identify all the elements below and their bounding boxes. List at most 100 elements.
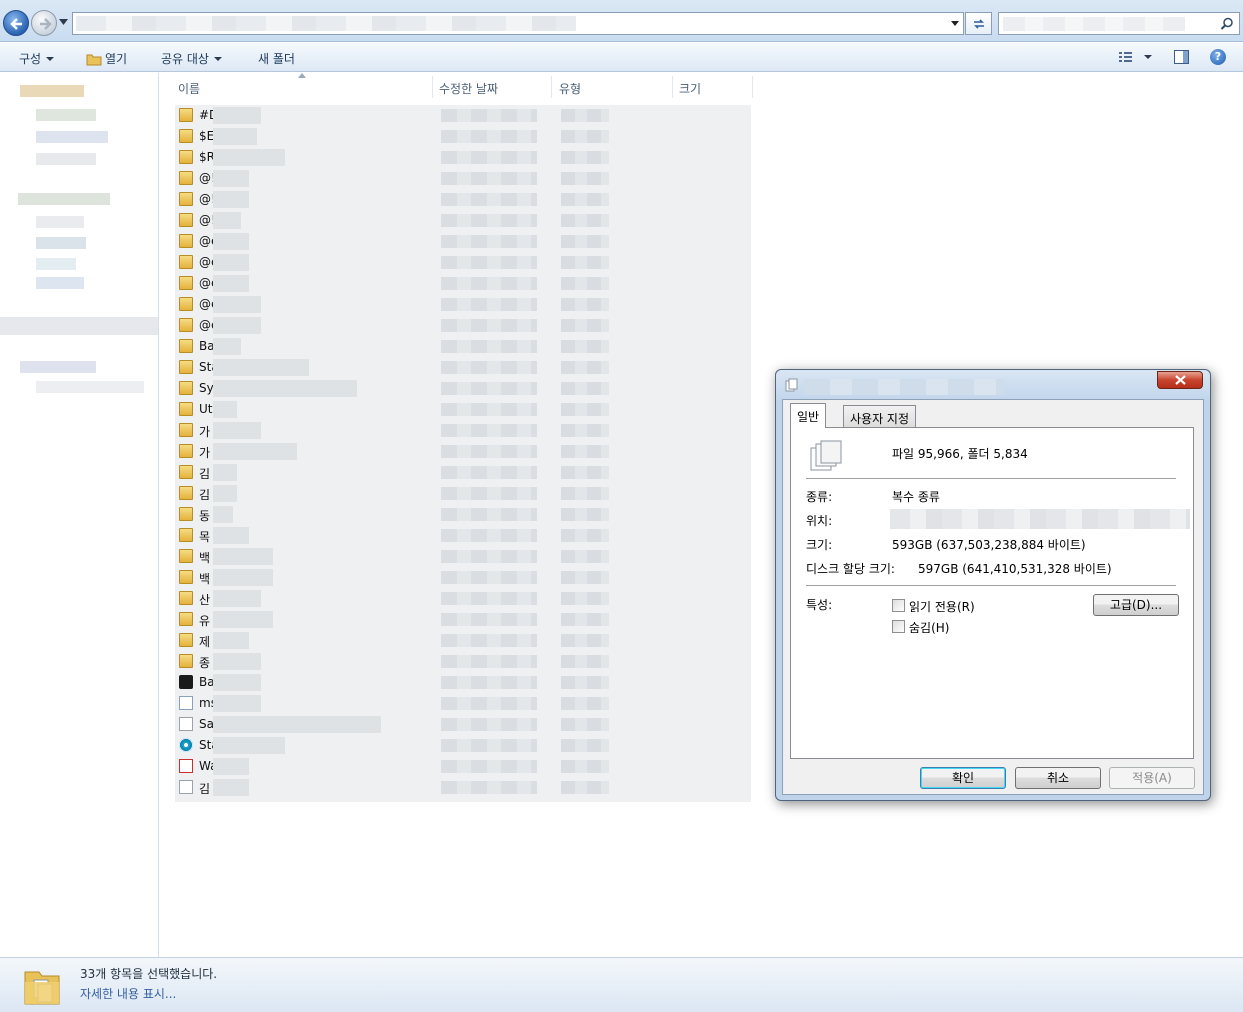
search-input[interactable]: [998, 12, 1240, 35]
modified-date-redacted: [441, 466, 537, 479]
share-with-menu[interactable]: 공유 대상: [161, 50, 222, 67]
new-folder-button[interactable]: 새 폴더: [258, 50, 295, 67]
nav-item-redacted[interactable]: [36, 381, 144, 393]
file-row[interactable]: Uti: [175, 399, 751, 420]
column-divider[interactable]: [672, 76, 673, 98]
nav-item-selected-redacted[interactable]: [0, 317, 158, 335]
nav-item-redacted[interactable]: [36, 277, 84, 289]
address-input[interactable]: [72, 12, 964, 35]
file-name: ms: [199, 696, 213, 710]
file-type-redacted: [561, 529, 609, 542]
show-more-details-link[interactable]: 자세한 내용 표시...: [80, 985, 176, 1002]
apply-button[interactable]: 적용(A): [1109, 767, 1195, 789]
file-type-redacted: [561, 109, 609, 122]
nav-item-redacted[interactable]: [20, 85, 84, 97]
file-row[interactable]: Sta: [175, 735, 751, 756]
column-header-type[interactable]: 유형: [559, 80, 581, 97]
column-header-name[interactable]: 이름: [178, 80, 200, 97]
file-type-redacted: [561, 739, 609, 752]
file-row[interactable]: 산: [175, 588, 751, 609]
file-row[interactable]: @e: [175, 315, 751, 336]
nav-item-redacted[interactable]: [36, 216, 84, 228]
file-row[interactable]: $E: [175, 126, 751, 147]
hidden-label[interactable]: 숨김(H): [909, 619, 949, 636]
location-value-redacted: [890, 509, 1190, 529]
file-row[interactable]: 동: [175, 504, 751, 525]
folder-icon: [179, 486, 193, 500]
file-row[interactable]: 가: [175, 441, 751, 462]
file-name: 백: [199, 572, 211, 586]
ok-button[interactable]: 확인: [920, 767, 1006, 789]
open-button[interactable]: 열기: [86, 50, 127, 67]
file-row[interactable]: $R: [175, 147, 751, 168]
back-button[interactable]: [3, 10, 29, 36]
preview-pane-icon[interactable]: [1174, 50, 1189, 64]
tab-customize[interactable]: 사용자 지정: [843, 405, 917, 427]
file-name: $E: [199, 129, 213, 143]
folder-icon: [179, 654, 193, 668]
column-divider[interactable]: [432, 76, 433, 98]
file-name: Sta: [199, 360, 213, 374]
new-folder-label: 새 폴더: [258, 52, 295, 66]
file-row[interactable]: @e: [175, 294, 751, 315]
nav-item-redacted[interactable]: [36, 237, 86, 249]
file-row[interactable]: 백: [175, 546, 751, 567]
file-row[interactable]: Sa: [175, 714, 751, 735]
recent-pages-dropdown-icon[interactable]: [59, 19, 68, 25]
readonly-label[interactable]: 읽기 전용(R): [909, 598, 975, 615]
file-row[interactable]: 종: [175, 651, 751, 672]
file-row[interactable]: Wa: [175, 756, 751, 777]
column-header-size[interactable]: 크기: [679, 80, 701, 97]
file-row[interactable]: ms: [175, 693, 751, 714]
address-dropdown-icon[interactable]: [951, 21, 959, 26]
file-row[interactable]: 김: [175, 462, 751, 483]
file-row[interactable]: 김: [175, 777, 751, 798]
column-header-modified[interactable]: 수정한 날짜: [439, 80, 498, 97]
advanced-button[interactable]: 고급(D)...: [1093, 594, 1179, 616]
file-name: @e: [199, 318, 213, 332]
nav-item-redacted[interactable]: [36, 131, 108, 143]
change-view-icon[interactable]: [1118, 50, 1154, 64]
tab-general[interactable]: 일반: [790, 403, 827, 428]
nav-item-redacted[interactable]: [36, 258, 76, 270]
hidden-checkbox[interactable]: [892, 620, 905, 633]
help-icon[interactable]: ?: [1210, 49, 1226, 65]
file-row[interactable]: #D: [175, 105, 751, 126]
file-row[interactable]: 목: [175, 525, 751, 546]
cancel-button[interactable]: 취소: [1015, 767, 1101, 789]
file-row[interactable]: @!: [175, 168, 751, 189]
file-row[interactable]: 가: [175, 420, 751, 441]
file-type-redacted: [561, 130, 609, 143]
file-row[interactable]: 제: [175, 630, 751, 651]
file-row[interactable]: Ba: [175, 672, 751, 693]
file-type-redacted: [561, 760, 609, 773]
file-row[interactable]: Sy: [175, 378, 751, 399]
file-row[interactable]: @!: [175, 189, 751, 210]
file-row[interactable]: Sta: [175, 357, 751, 378]
nav-item-redacted[interactable]: [36, 153, 96, 165]
file-row[interactable]: 백: [175, 567, 751, 588]
close-icon: [1175, 375, 1186, 385]
file-row[interactable]: @!: [175, 210, 751, 231]
organize-menu[interactable]: 구성: [19, 50, 55, 67]
file-row[interactable]: 유: [175, 609, 751, 630]
file-row[interactable]: @e: [175, 231, 751, 252]
column-divider[interactable]: [551, 76, 552, 98]
nav-item-redacted[interactable]: [36, 109, 96, 121]
file-name-redacted: [213, 149, 285, 166]
refresh-button[interactable]: [965, 12, 992, 35]
forward-button[interactable]: [31, 10, 57, 36]
nav-item-redacted[interactable]: [20, 361, 96, 373]
file-row[interactable]: @e: [175, 273, 751, 294]
file-row[interactable]: Ba: [175, 336, 751, 357]
search-icon[interactable]: [1220, 17, 1234, 31]
column-divider[interactable]: [752, 76, 753, 98]
dialog-close-button[interactable]: [1157, 371, 1203, 389]
nav-item-redacted[interactable]: [18, 193, 110, 205]
file-row[interactable]: 김: [175, 483, 751, 504]
properties-dialog: 일반 사용자 지정 파일 95,966, 폴더 5,834 종류: 복수 종류 …: [775, 369, 1211, 801]
dialog-titlebar[interactable]: [776, 370, 1210, 400]
readonly-checkbox[interactable]: [892, 599, 905, 612]
file-row[interactable]: @e: [175, 252, 751, 273]
file-type-redacted: [561, 361, 609, 374]
